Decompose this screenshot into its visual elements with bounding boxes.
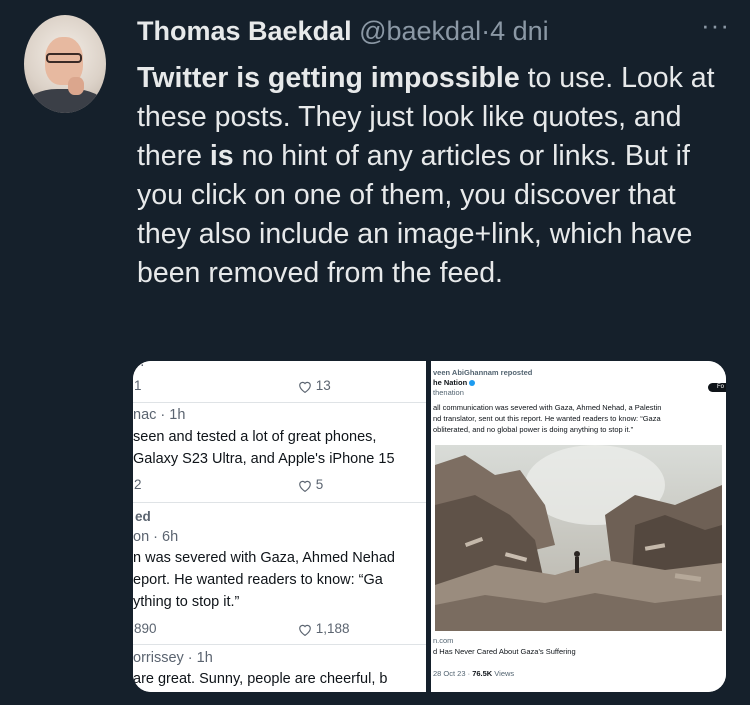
rubble-photo-illustration [435, 445, 722, 631]
body-bold-2: is [209, 140, 234, 172]
post-text-line2: nd translator, sent out this report. He … [433, 414, 661, 423]
divider [133, 502, 426, 503]
follow-button[interactable]: Fo [708, 383, 726, 392]
author-avatar[interactable] [24, 15, 106, 113]
divider [133, 402, 426, 403]
post-text-line3: obliterated, and no global power is doin… [433, 425, 634, 434]
author-handle[interactable]: @baekdal [359, 16, 481, 46]
row3-header: on · 6h [133, 529, 179, 545]
link-card-title[interactable]: d Has Never Cared About Gaza's Suffering [433, 647, 576, 656]
row3-line1: n was severed with Gaza, Ahmed Nehad [133, 550, 395, 566]
row3-stat: 890 [134, 621, 157, 636]
repost-context: veen AbiGhannam reposted [433, 368, 533, 377]
avatar-glasses [46, 53, 82, 63]
tweet-time[interactable]: 4 dni [490, 16, 549, 46]
row2-like: 5 [298, 477, 323, 492]
row3-line2: eport. He wanted readers to know: “Ga [133, 572, 383, 588]
link-domain: n.com [433, 636, 454, 645]
post-meta: 28 Oct 23 · 76.5K Views [433, 669, 515, 678]
avatar-shirt [26, 89, 104, 113]
row2-header: nac · 1h [133, 407, 186, 423]
row2-stat: 2 [134, 477, 142, 492]
attached-screenshot[interactable]: -· 1 13 nac · 1h seen and tested a lot o… [133, 361, 726, 692]
verified-badge-icon [469, 380, 476, 387]
cut-off-text: -· [135, 361, 145, 373]
post-text-line1: all communication was severed with Gaza,… [433, 403, 662, 412]
row3-social-context: ed [135, 509, 151, 524]
tweet-body: Twitter is getting impossible to use. Lo… [137, 59, 737, 293]
row1-stat: 1 [134, 378, 142, 393]
account-name: he Nation [433, 378, 476, 387]
body-bold-1: Twitter is getting impossible [137, 62, 520, 94]
rubble-photo [435, 445, 722, 631]
heart-icon [299, 381, 311, 393]
account-handle: thenation [433, 388, 464, 397]
row2-line1: seen and tested a lot of great phones, [133, 429, 377, 445]
row2-line2: Galaxy S23 Ultra, and Apple's iPhone 15 [133, 451, 395, 467]
row3-line3: ything to stop it.” [133, 594, 240, 610]
more-options-icon[interactable]: ··· [701, 10, 730, 41]
row3-like: 1,188 [298, 621, 350, 636]
row1-like: 13 [298, 378, 331, 393]
left-screenshot-panel: -· 1 13 nac · 1h seen and tested a lot o… [133, 361, 426, 692]
right-screenshot-panel: veen AbiGhannam reposted he Nation thena… [431, 361, 726, 692]
heart-icon [299, 480, 311, 492]
author-name[interactable]: Thomas Baekdal [137, 16, 352, 46]
avatar-hand [68, 77, 84, 95]
separator-dot: · [481, 16, 491, 46]
heart-icon [299, 624, 311, 636]
tweet-header: Thomas Baekdal @baekdal·4 dni [137, 14, 549, 48]
row4-header: orrissey · 1h [133, 650, 213, 666]
row4-line1: are great. Sunny, people are cheerful, b [133, 671, 388, 687]
divider [133, 644, 426, 645]
